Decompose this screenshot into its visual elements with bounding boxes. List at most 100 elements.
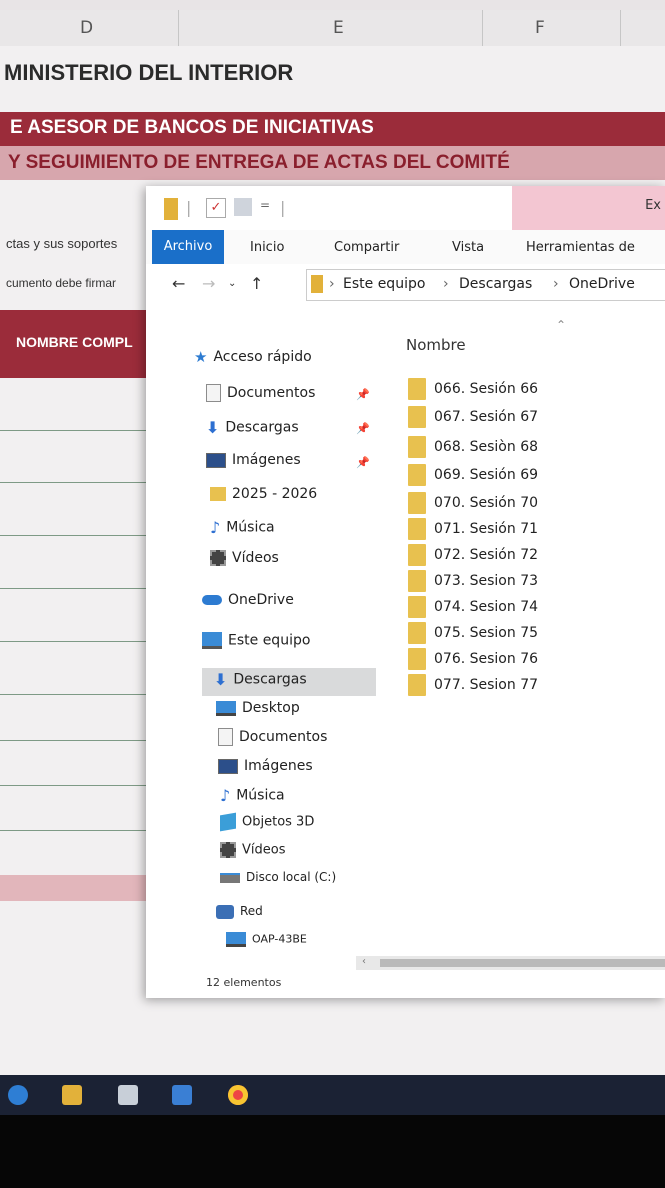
nav-quick-documentos[interactable]: Documentos [206, 384, 315, 402]
file-name: 068. Sesiòn 68 [434, 439, 539, 455]
list-item[interactable]: 076. Sesion 76 [408, 648, 538, 672]
file-name: 077. Sesion 77 [434, 677, 539, 693]
tab-vista[interactable]: Vista [452, 240, 484, 255]
recent-locations-chevron-icon[interactable]: ⌄ [228, 278, 236, 289]
pin-icon[interactable]: 📌 [356, 388, 370, 401]
address-bar[interactable]: › Este equipo › Descargas › OneDrive [306, 269, 665, 301]
list-item[interactable]: 077. Sesion 77 [408, 674, 538, 698]
sort-ascending-icon: ⌃ [556, 318, 567, 332]
cell-text[interactable]: cumento debe firmar [6, 276, 116, 290]
back-arrow-icon[interactable]: ← [172, 274, 185, 293]
list-item[interactable]: 068. Sesiòn 68 [408, 436, 538, 460]
monitor-bezel [0, 1115, 665, 1188]
grid-line [0, 588, 160, 589]
properties-icon[interactable]: ✓ [206, 198, 226, 218]
nav-label: Música [236, 787, 285, 804]
nav-pc-disco-local[interactable]: Disco local (C:) [220, 870, 336, 884]
nav-quick-2025-2026[interactable]: 2025 - 2026 [210, 486, 317, 502]
nav-este-equipo[interactable]: Este equipo [202, 632, 310, 649]
nav-pc-musica[interactable]: ♪ Música [220, 786, 285, 805]
tab-herramientas[interactable]: Herramientas de [526, 240, 635, 255]
list-item[interactable]: 075. Sesion 75 [408, 622, 538, 646]
file-name: 076. Sesion 76 [434, 651, 539, 667]
column-header-f[interactable]: F [535, 18, 545, 38]
breadcrumb-onedrive[interactable]: OneDrive [569, 276, 635, 292]
pin-icon[interactable]: 📌 [356, 422, 370, 435]
grid-line [0, 694, 160, 695]
band-primary-text: E ASESOR DE BANCOS DE INICIATIVAS [10, 117, 374, 138]
list-item[interactable]: 074. Sesion 74 [408, 596, 538, 620]
grid-line [0, 830, 160, 831]
chrome-icon[interactable] [228, 1085, 248, 1105]
nav-red[interactable]: Red [216, 904, 263, 919]
column-header-d[interactable]: D [80, 18, 93, 38]
nav-network-computer[interactable]: OAP-43BE [226, 932, 307, 947]
nav-quick-videos[interactable]: Vídeos [210, 550, 279, 566]
table-header-cell[interactable]: NOMBRE COMPL [0, 310, 160, 378]
nav-pc-descargas[interactable]: ⬇ Descargas [214, 670, 307, 689]
nav-pc-videos[interactable]: Vídeos [220, 842, 285, 858]
computer-icon [202, 632, 222, 649]
scrollbar-thumb[interactable] [380, 959, 665, 967]
star-icon: ★ [194, 348, 208, 366]
column-header-e[interactable]: E [333, 18, 344, 38]
file-name: 069. Sesión 69 [434, 467, 539, 483]
nav-label: Vídeos [242, 842, 286, 858]
desktop-icon [216, 700, 236, 716]
list-item[interactable]: 070. Sesión 70 [408, 492, 538, 516]
nav-pc-desktop[interactable]: Desktop [216, 700, 300, 716]
file-explorer-icon[interactable] [62, 1085, 82, 1105]
nav-onedrive[interactable]: OneDrive [202, 592, 294, 608]
nav-pc-documentos[interactable]: Documentos [218, 728, 327, 746]
list-item[interactable]: 072. Sesión 72 [408, 544, 538, 568]
column-header-nombre[interactable]: Nombre [406, 336, 466, 354]
mail-icon[interactable] [172, 1085, 192, 1105]
pin-icon[interactable]: 📌 [356, 456, 370, 469]
nav-pc-imagenes[interactable]: Imágenes [218, 758, 313, 774]
nav-label: Desktop [242, 700, 300, 716]
cell-text[interactable]: ctas y sus soportes [6, 236, 117, 251]
tab-compartir[interactable]: Compartir [334, 240, 399, 255]
file-name: 071. Sesión 71 [434, 521, 539, 537]
tab-archivo[interactable]: Archivo [152, 230, 224, 264]
edge-icon[interactable] [8, 1085, 28, 1105]
nav-label: Imágenes [244, 758, 313, 774]
contextual-tab-header: Ex [512, 186, 665, 230]
nav-quick-imagenes[interactable]: Imágenes [206, 452, 301, 468]
nav-pc-objetos-3d[interactable]: Objetos 3D [220, 812, 315, 832]
list-item[interactable]: 066. Sesión 66 [408, 378, 538, 402]
list-item[interactable]: 067. Sesión 67 [408, 406, 538, 430]
breadcrumb-este-equipo[interactable]: Este equipo [343, 276, 425, 292]
up-arrow-icon[interactable]: ↑ [250, 274, 263, 293]
file-name: 074. Sesion 74 [434, 599, 539, 615]
nav-quick-musica[interactable]: ♪ Música [210, 518, 275, 537]
customize-quick-access-icon[interactable]: = [260, 198, 270, 212]
horizontal-scrollbar[interactable]: ‹ [356, 956, 665, 970]
nav-label: Red [240, 904, 263, 918]
folder-icon [408, 378, 426, 400]
file-name: 073. Sesion 73 [434, 573, 539, 589]
sheet-band-secondary: Y SEGUIMIENTO DE ENTREGA DE ACTAS DEL CO… [0, 146, 665, 180]
screen: D E F MINISTERIO DEL INTERIOR E ASESOR D… [0, 0, 665, 1188]
excel-column-headers: D E F [0, 10, 665, 47]
list-item[interactable]: 073. Sesion 73 [408, 570, 538, 594]
list-item[interactable]: 069. Sesión 69 [408, 464, 538, 488]
breadcrumb-descargas[interactable]: Descargas [459, 276, 532, 292]
sheet-title: MINISTERIO DEL INTERIOR [4, 60, 294, 85]
nav-label: Descargas [233, 671, 307, 688]
nav-quick-descargas[interactable]: ⬇ Descargas [206, 418, 299, 437]
nav-label: Documentos [239, 729, 328, 745]
list-item[interactable]: 071. Sesión 71 [408, 518, 538, 542]
grid-line [0, 740, 160, 741]
column-separator [178, 10, 179, 46]
nav-quick-access[interactable]: ★ Acceso rápido [194, 348, 312, 366]
tab-inicio[interactable]: Inicio [250, 240, 284, 255]
new-folder-icon[interactable] [234, 198, 252, 216]
scroll-left-icon[interactable]: ‹ [362, 956, 366, 967]
nav-label: Disco local (C:) [246, 870, 337, 884]
nav-label: Objetos 3D [242, 814, 315, 830]
folder-icon [408, 464, 426, 486]
calendar-icon[interactable] [118, 1085, 138, 1105]
grid-line [0, 785, 160, 786]
forward-arrow-icon[interactable]: → [202, 274, 215, 293]
